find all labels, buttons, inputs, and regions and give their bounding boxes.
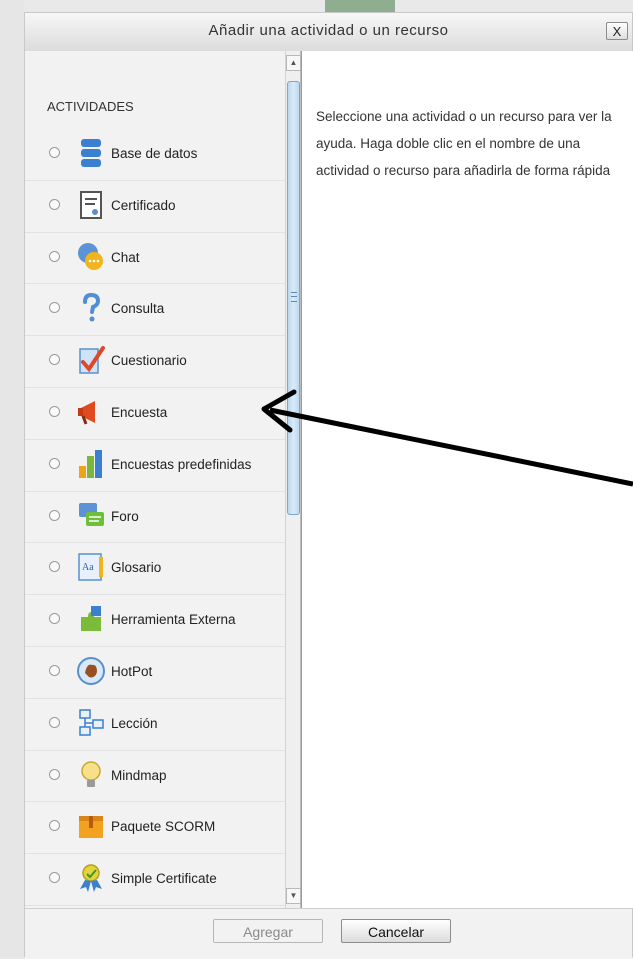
activity-item[interactable]: Foro <box>25 492 285 544</box>
activity-item[interactable]: Base de datos <box>25 129 285 181</box>
activity-item[interactable]: Cuestionario <box>25 336 285 388</box>
award-icon <box>80 864 102 893</box>
quiz-icon <box>79 346 105 374</box>
activity-radio[interactable] <box>49 561 60 573</box>
activity-radio[interactable] <box>49 198 60 210</box>
activity-label: Cuestionario <box>111 353 187 369</box>
dialog-footer: Agregar Cancelar <box>25 908 632 959</box>
activity-radio[interactable] <box>49 768 60 780</box>
activity-item[interactable]: Simple Certificate <box>25 854 285 906</box>
activity-item[interactable]: Chat <box>25 233 285 285</box>
scroll-down-button[interactable]: ▼ <box>286 888 301 904</box>
activity-radio[interactable] <box>49 354 60 366</box>
chat-icon <box>78 242 103 270</box>
activity-label: Glosario <box>111 560 162 576</box>
activity-radio[interactable] <box>49 664 60 676</box>
activity-label: Simple Certificate <box>111 871 217 887</box>
puzzle-icon <box>81 606 101 632</box>
activity-radio[interactable] <box>49 457 60 469</box>
certificate-icon <box>80 190 102 219</box>
scroll-grip-icon <box>291 292 297 302</box>
activity-item[interactable]: Certificado <box>25 181 285 233</box>
lightbulb-icon <box>81 760 101 787</box>
glossary-icon: Aa <box>78 553 103 582</box>
activity-label: HotPot <box>111 663 153 679</box>
activity-item[interactable]: Encuestas predefinidas <box>25 440 285 492</box>
help-text: Seleccione una actividad o un recurso pa… <box>316 109 612 178</box>
activity-item[interactable]: Lección <box>25 699 285 751</box>
activity-item[interactable]: Paquete SCORM <box>25 802 285 855</box>
package-icon <box>79 816 103 839</box>
activity-item[interactable]: Aa Glosario <box>25 543 285 596</box>
activity-radio[interactable] <box>49 613 60 625</box>
activity-radio[interactable] <box>49 509 60 521</box>
activity-label: Lección <box>111 715 158 731</box>
svg-text:Aa: Aa <box>82 562 94 573</box>
activity-radio[interactable] <box>49 147 60 158</box>
hotpot-icon <box>77 656 105 685</box>
activity-label: Encuestas predefinidas <box>111 456 252 472</box>
activity-label: Consulta <box>111 301 165 317</box>
section-label-activities: ACTIVIDADES <box>47 99 134 114</box>
activity-label: Herramienta Externa <box>111 612 236 628</box>
activity-label: Encuesta <box>111 404 168 420</box>
activity-label: Chat <box>111 249 140 265</box>
bar-chart-icon <box>79 449 102 478</box>
activity-label: Mindmap <box>111 767 167 783</box>
activity-item[interactable]: Mindmap <box>25 751 285 803</box>
database-icon <box>81 139 101 167</box>
scroll-up-button[interactable]: ▲ <box>286 55 301 71</box>
add-button[interactable]: Agregar <box>213 919 323 943</box>
activity-radio[interactable] <box>49 820 60 832</box>
activity-radio[interactable] <box>49 302 60 314</box>
dialog-title: Añadir una actividad o un recurso <box>208 22 449 39</box>
megaphone-icon <box>78 400 95 425</box>
activity-label: Certificado <box>111 197 176 213</box>
activity-label: Base de datos <box>111 146 198 161</box>
cancel-button[interactable]: Cancelar <box>341 919 451 943</box>
dialog-titlebar: Añadir una actividad o un recurso X <box>25 13 632 52</box>
activity-radio[interactable] <box>49 250 60 262</box>
page-background-strip <box>0 0 24 957</box>
activities-panel: ACTIVIDADES Base de datos Certificado Ch… <box>25 51 285 908</box>
activity-label: Foro <box>111 508 139 524</box>
activity-item[interactable]: Herramienta Externa <box>25 595 285 647</box>
activity-radio[interactable] <box>49 716 60 728</box>
close-button[interactable]: X <box>606 22 628 40</box>
question-icon <box>83 293 101 322</box>
activity-radio[interactable] <box>49 405 60 417</box>
forum-icon <box>79 502 104 526</box>
lesson-icon <box>79 709 104 736</box>
activity-item[interactable]: Consulta <box>25 284 285 337</box>
activity-item[interactable]: Encuesta <box>25 388 285 440</box>
activity-label: Paquete SCORM <box>111 819 216 835</box>
activity-list: Base de datos Certificado Chat Consulta … <box>25 129 285 906</box>
activity-item[interactable]: HotPot <box>25 647 285 699</box>
activity-radio[interactable] <box>49 872 60 884</box>
annotation-arrow-icon <box>261 389 633 487</box>
